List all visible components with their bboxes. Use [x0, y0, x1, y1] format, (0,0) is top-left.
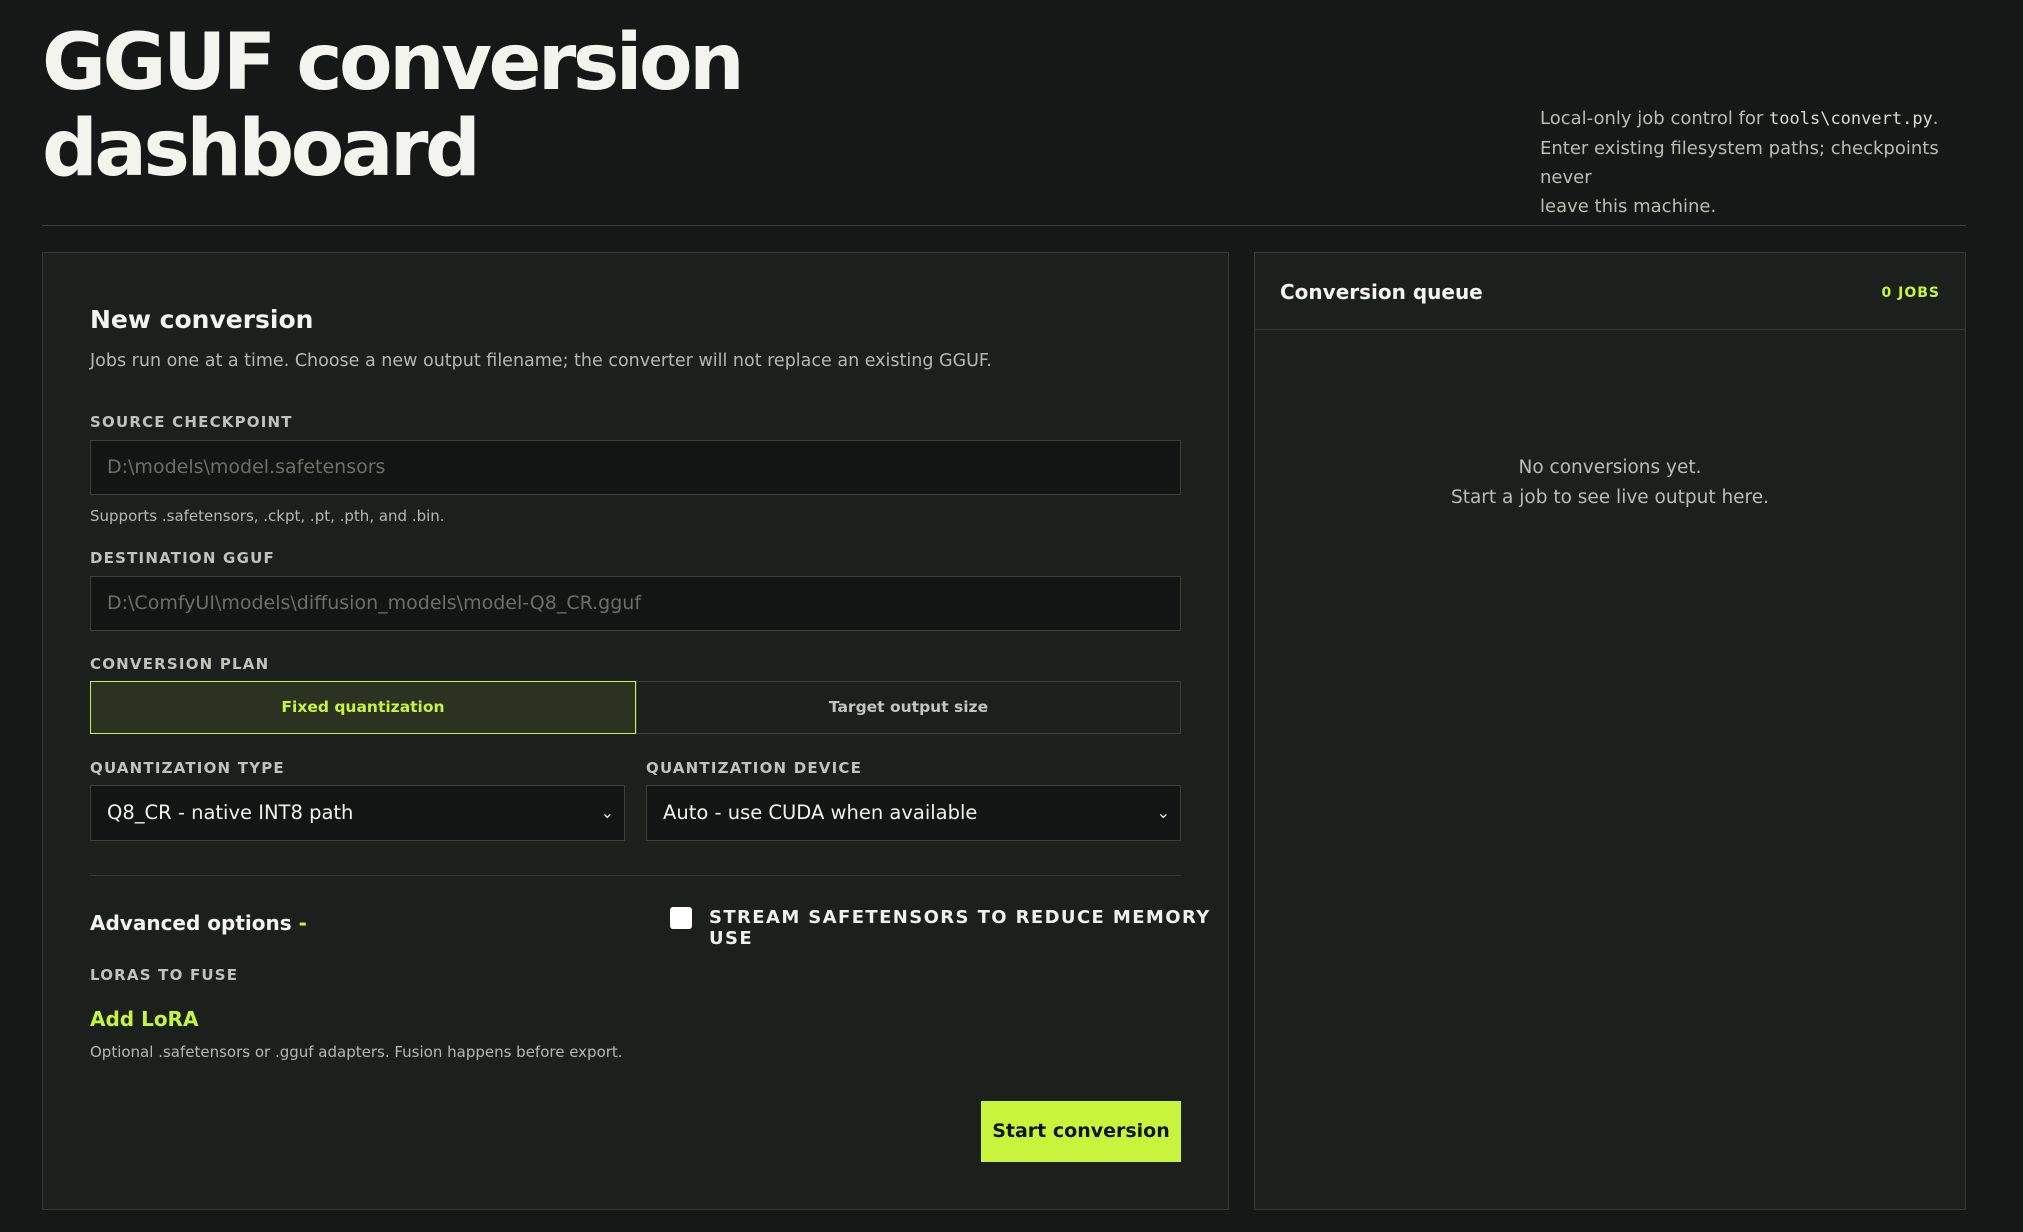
header-desc-line2: Enter existing filesystem paths; checkpo… [1540, 138, 1939, 188]
quantization-device-label: QUANTIZATION DEVICE [646, 759, 863, 777]
lora-hint: Optional .safetensors or .gguf adapters.… [90, 1043, 623, 1061]
source-checkpoint-input[interactable]: D:\models\model.safetensors [90, 440, 1181, 495]
header-desc-suffix: . [1932, 108, 1939, 129]
header-desc-line3: leave this machine. [1540, 196, 1717, 217]
conversion-queue-panel: Conversion queue 0 JOBS No conversions y… [1254, 252, 1966, 1210]
queue-empty-state: No conversions yet. Start a job to see l… [1255, 453, 1965, 513]
quantization-type-value: Q8_CR - native INT8 path [107, 801, 354, 824]
new-conversion-panel: New conversion Jobs run one at a time. C… [42, 252, 1229, 1210]
quantization-device-value: Auto - use CUDA when available [663, 801, 978, 824]
collapse-icon: - [298, 911, 307, 935]
advanced-options-toggle[interactable]: Advanced options - [90, 911, 307, 935]
start-conversion-button[interactable]: Start conversion [981, 1101, 1181, 1162]
chevron-down-icon: ⌄ [1156, 803, 1170, 822]
header-divider [42, 225, 1966, 226]
queue-title: Conversion queue [1280, 280, 1483, 304]
plan-target-size-button[interactable]: Target output size [636, 681, 1181, 734]
queue-job-count: 0 JOBS [1881, 285, 1940, 301]
destination-gguf-input[interactable]: D:\ComfyUI\models\diffusion_models\model… [90, 576, 1181, 631]
loras-to-fuse-label: LORAS TO FUSE [90, 966, 239, 984]
conversion-plan-label: CONVERSION PLAN [90, 655, 270, 673]
section-divider [90, 875, 1181, 876]
plan-fixed-quantization-button[interactable]: Fixed quantization [90, 681, 636, 734]
add-lora-button[interactable]: Add LoRA [90, 1007, 198, 1031]
page-title: GGUF conversion dashboard [42, 20, 802, 192]
form-title: New conversion [90, 305, 314, 334]
chevron-down-icon: ⌄ [600, 803, 614, 822]
header-desc-code: tools\convert.py [1769, 109, 1933, 129]
queue-empty-line2: Start a job to see live output here. [1450, 487, 1770, 508]
advanced-options-title: Advanced options [90, 911, 292, 935]
stream-safetensors-checkbox[interactable] [670, 907, 692, 929]
quantization-type-select[interactable]: Q8_CR - native INT8 path ⌄ [90, 785, 625, 841]
page-title-line1: GGUF conversion [42, 18, 745, 108]
quantization-type-label: QUANTIZATION TYPE [90, 759, 285, 777]
queue-header: Conversion queue 0 JOBS [1255, 253, 1965, 330]
header-description: Local-only job control for tools\convert… [1540, 104, 1980, 221]
header-desc-prefix: Local-only job control for [1540, 108, 1770, 129]
stream-safetensors-label[interactable]: STREAM SAFETENSORS TO REDUCE MEMORY USE [709, 907, 1228, 949]
destination-gguf-label: DESTINATION GGUF [90, 549, 275, 567]
form-description: Jobs run one at a time. Choose a new out… [90, 351, 992, 371]
source-checkpoint-label: SOURCE CHECKPOINT [90, 413, 293, 431]
queue-empty-line1: No conversions yet. [1518, 457, 1702, 478]
quantization-device-select[interactable]: Auto - use CUDA when available ⌄ [646, 785, 1181, 841]
page-title-line2: dashboard [42, 104, 481, 194]
source-checkpoint-hint: Supports .safetensors, .ckpt, .pt, .pth,… [90, 507, 445, 525]
